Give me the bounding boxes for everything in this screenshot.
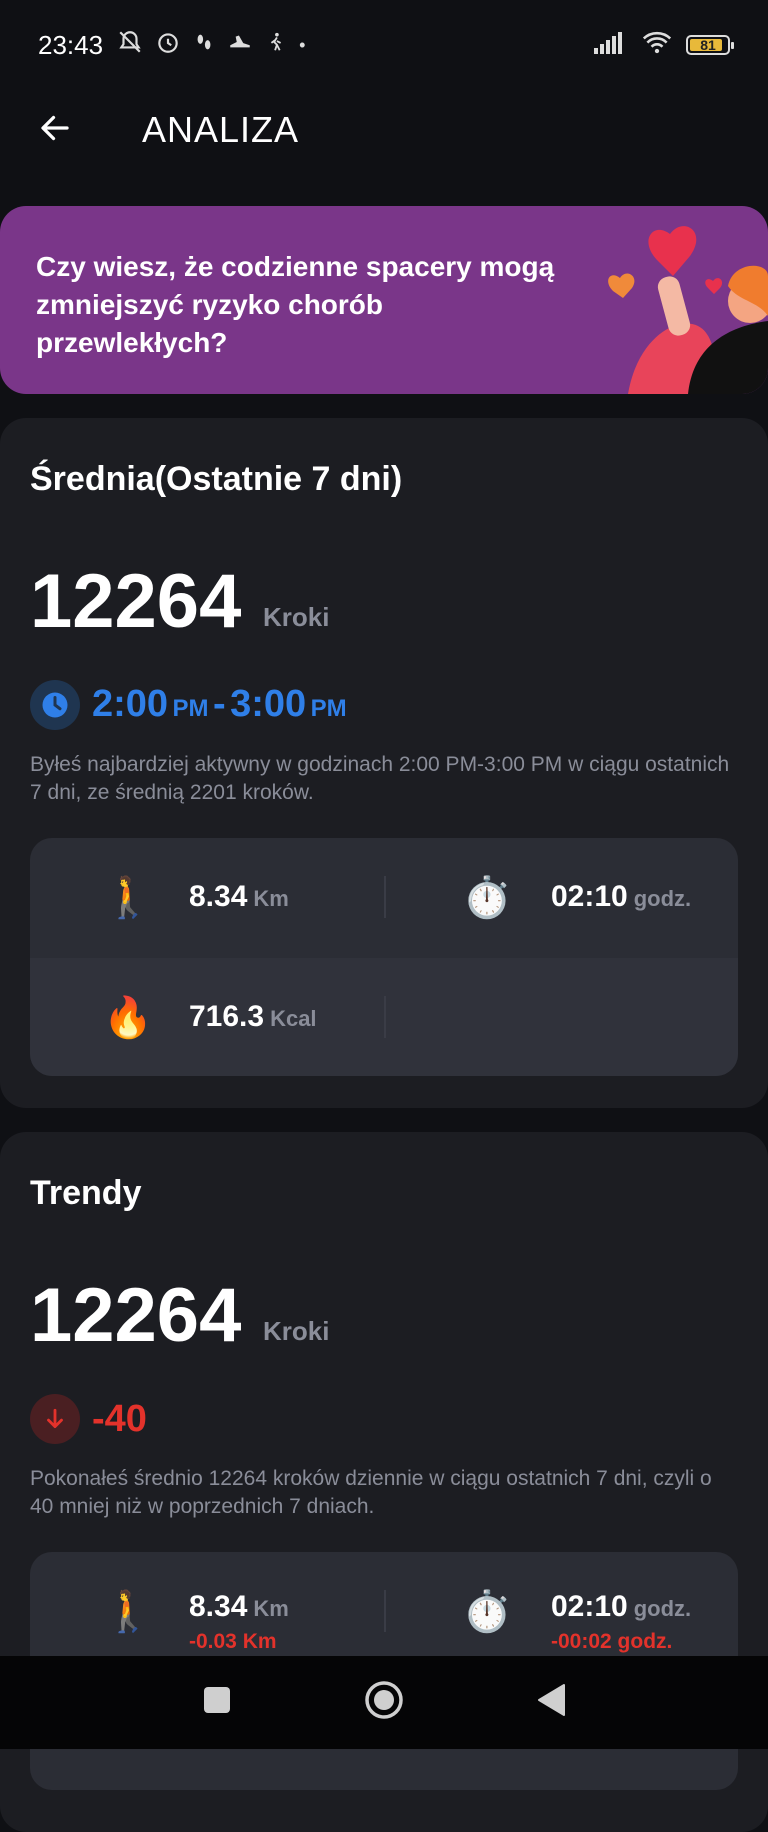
active-time-end-suffix: PM bbox=[310, 695, 347, 722]
trends-card-title: Trendy bbox=[30, 1174, 142, 1212]
shoe-icon bbox=[227, 29, 253, 62]
back-button[interactable] bbox=[25, 100, 85, 160]
circle-icon bbox=[364, 1680, 404, 1725]
app-bar: ANALIZA bbox=[0, 95, 768, 165]
walking-person-icon: 🚶 bbox=[103, 876, 153, 920]
average-card: Średnia(Ostatnie 7 dni) 12264 Kroki 2:00… bbox=[0, 418, 768, 1108]
trends-description: Pokonałeś średnio 12264 kroków dziennie … bbox=[30, 1467, 712, 1518]
active-time-range: 2:00 PM - 3:00 PM bbox=[92, 683, 347, 726]
arrow-down-icon bbox=[30, 1394, 80, 1444]
bell-off-icon bbox=[117, 29, 143, 62]
trend-duration-value: 02:10 bbox=[551, 1590, 628, 1623]
trend-distance-value: 8.34 bbox=[189, 1590, 248, 1623]
average-card-title: Średnia(Ostatnie 7 dni) bbox=[30, 460, 403, 498]
wifi-icon bbox=[642, 30, 672, 61]
square-icon bbox=[203, 1686, 231, 1719]
status-time: 23:43 bbox=[38, 29, 104, 60]
active-time-separator: - bbox=[212, 683, 226, 725]
signal-icon bbox=[594, 30, 628, 61]
battery-level: 81 bbox=[700, 37, 716, 53]
active-time-start: 2:00 bbox=[92, 683, 169, 725]
footsteps-icon bbox=[193, 29, 215, 62]
duration-stat: 02:10 godz. bbox=[551, 880, 691, 914]
trend-duration-change: -00:02 godz. bbox=[551, 1630, 673, 1653]
banner-illustration bbox=[608, 226, 768, 394]
calories-value: 716.3 bbox=[189, 1000, 265, 1033]
trend-duration-unit: godz. bbox=[633, 1596, 692, 1621]
trends-steps-value: 12264 bbox=[30, 1273, 242, 1358]
active-time-start-suffix: PM bbox=[172, 695, 209, 722]
duration-unit: godz. bbox=[633, 886, 692, 911]
fire-icon: 🔥 bbox=[103, 996, 153, 1040]
trend-distance-stat: 8.34 Km bbox=[189, 1590, 289, 1624]
distance-unit: Km bbox=[253, 886, 289, 911]
trend-duration-stat: 02:10 godz. bbox=[551, 1590, 691, 1624]
calories-stat: 716.3 Kcal bbox=[189, 1000, 317, 1034]
average-stats-grid: 🚶 8.34 Km ⏱️ 02:10 godz. 🔥 716.3 Kcal bbox=[30, 838, 738, 1076]
battery-icon: 81 bbox=[686, 35, 734, 55]
calories-unit: Kcal bbox=[270, 1006, 317, 1031]
trend-distance-unit: Km bbox=[253, 1596, 289, 1621]
trend-distance-change: -0.03 Km bbox=[189, 1630, 277, 1653]
walk-icon bbox=[265, 29, 287, 62]
trend-change: -40 bbox=[92, 1398, 147, 1440]
distance-value: 8.34 bbox=[189, 880, 248, 913]
recent-apps-button[interactable] bbox=[187, 1672, 247, 1732]
stopwatch-icon: ⏱️ bbox=[462, 1590, 512, 1634]
home-button[interactable] bbox=[354, 1672, 414, 1732]
stopwatch-icon: ⏱️ bbox=[462, 876, 512, 920]
stats-divider bbox=[384, 996, 386, 1038]
nav-back-button[interactable] bbox=[521, 1672, 581, 1732]
tip-banner[interactable]: Czy wiesz, że codzienne spacery mogą zmn… bbox=[0, 206, 768, 394]
stats-divider bbox=[384, 1590, 386, 1632]
system-nav-bar bbox=[0, 1656, 768, 1749]
banner-text: Czy wiesz, że codzienne spacery mogą zmn… bbox=[36, 251, 555, 358]
average-description: Byłeś najbardziej aktywny w godzinach 2:… bbox=[30, 753, 730, 804]
average-steps-unit: Kroki bbox=[263, 602, 330, 632]
triangle-back-icon bbox=[536, 1683, 566, 1722]
walking-person-icon: 🚶 bbox=[103, 1590, 153, 1634]
page-title: ANALIZA bbox=[142, 109, 300, 150]
active-time-end: 3:00 bbox=[230, 683, 307, 725]
clock-icon bbox=[30, 680, 80, 730]
distance-stat: 8.34 Km bbox=[189, 880, 289, 914]
dot-icon: • bbox=[299, 34, 306, 55]
status-bar: 23:43 • 81 bbox=[0, 0, 768, 90]
stats-divider bbox=[384, 876, 386, 918]
alarm-icon bbox=[155, 29, 181, 62]
average-steps-value: 12264 bbox=[30, 559, 242, 644]
arrow-left-icon bbox=[37, 110, 73, 151]
trends-steps-unit: Kroki bbox=[263, 1316, 330, 1346]
duration-value: 02:10 bbox=[551, 880, 628, 913]
